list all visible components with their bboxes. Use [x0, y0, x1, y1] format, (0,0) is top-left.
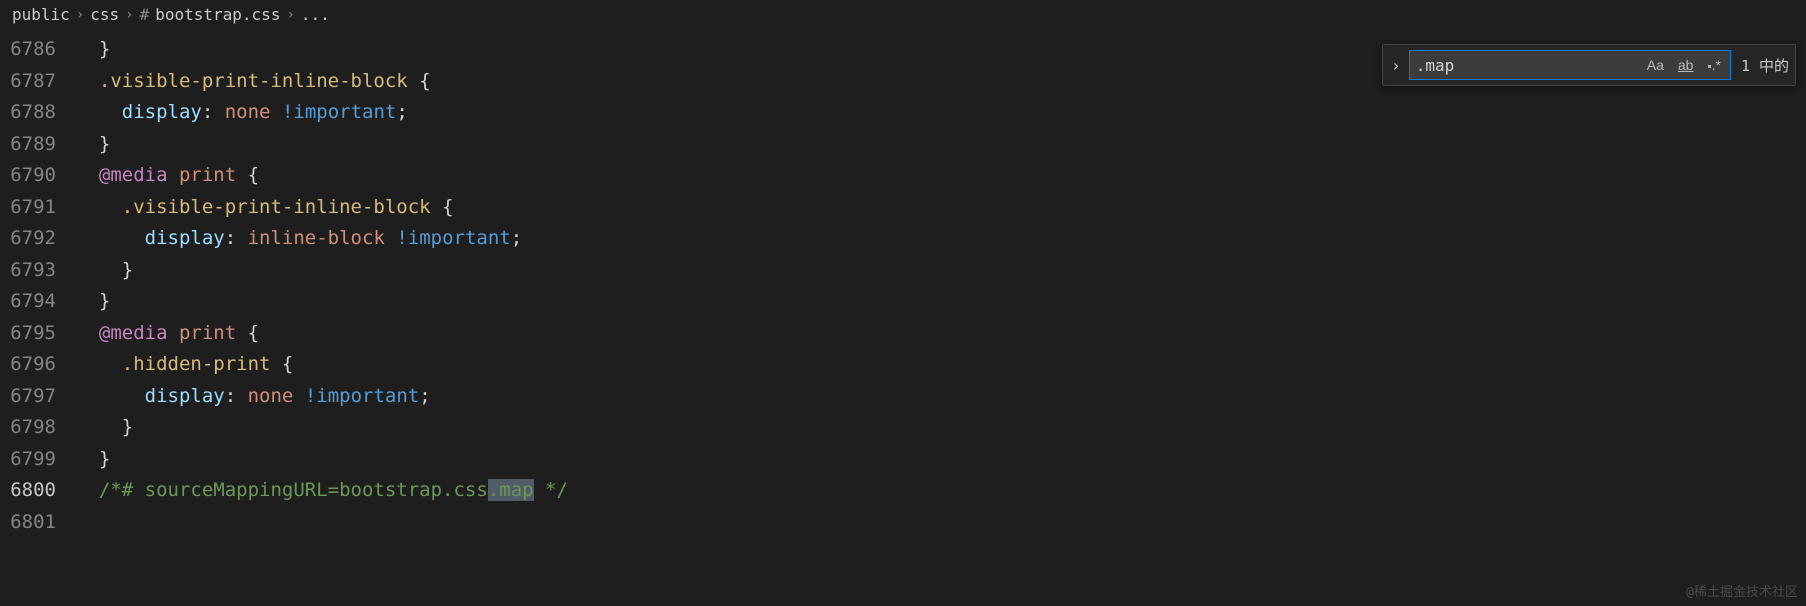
- code-text: }: [76, 129, 110, 161]
- line-number: 6788: [0, 97, 76, 129]
- line-number: 6787: [0, 66, 76, 98]
- line-number: 6786: [0, 34, 76, 66]
- breadcrumb-item[interactable]: public: [12, 5, 70, 24]
- chevron-right-icon: ›: [76, 7, 84, 23]
- find-input[interactable]: [1416, 56, 1636, 75]
- code-text: .visible-print-inline-block {: [76, 192, 454, 224]
- code-text: }: [76, 444, 110, 476]
- line-number: 6791: [0, 192, 76, 224]
- line-number: 6799: [0, 444, 76, 476]
- chevron-right-icon: ›: [286, 7, 294, 23]
- breadcrumb: public › css › # bootstrap.css › ...: [0, 0, 1806, 30]
- code-text: display: inline-block !important;: [76, 223, 522, 255]
- chevron-right-icon: ›: [125, 7, 133, 23]
- code-text: display: none !important;: [76, 97, 408, 129]
- find-input-wrap: Aa ab ▪.*: [1409, 50, 1731, 80]
- line-number: 6792: [0, 223, 76, 255]
- code-editor[interactable]: 6786 } 6787 .visible-print-inline-block …: [0, 30, 1806, 538]
- match-whole-word-button[interactable]: ab: [1675, 56, 1697, 74]
- code-text: .hidden-print {: [76, 349, 293, 381]
- line-number: 6794: [0, 286, 76, 318]
- line-number: 6793: [0, 255, 76, 287]
- find-count: 1 中的: [1737, 55, 1789, 76]
- code-text: }: [76, 255, 133, 287]
- code-text: }: [76, 34, 110, 66]
- breadcrumb-item[interactable]: css: [90, 5, 119, 24]
- watermark: @稀土掘金技术社区: [1686, 581, 1798, 600]
- code-text: @media print {: [76, 318, 259, 350]
- line-number: 6789: [0, 129, 76, 161]
- toggle-replace-icon[interactable]: ›: [1389, 56, 1403, 75]
- line-number: 6801: [0, 507, 76, 539]
- line-number: 6795: [0, 318, 76, 350]
- breadcrumb-item[interactable]: bootstrap.css: [155, 5, 280, 24]
- search-match: .map: [488, 479, 534, 501]
- line-number: 6800: [0, 475, 76, 507]
- line-number: 6797: [0, 381, 76, 413]
- regex-button[interactable]: ▪.*: [1704, 56, 1723, 74]
- find-widget: › Aa ab ▪.* 1 中的: [1382, 44, 1796, 86]
- css-file-icon: #: [140, 5, 150, 24]
- code-text: /*# sourceMappingURL=bootstrap.css.map *…: [76, 475, 568, 507]
- code-text: display: none !important;: [76, 381, 431, 413]
- line-number: 6796: [0, 349, 76, 381]
- breadcrumb-item[interactable]: ...: [301, 5, 330, 24]
- code-text: }: [76, 412, 133, 444]
- line-number: 6798: [0, 412, 76, 444]
- line-number: 6790: [0, 160, 76, 192]
- code-text: @media print {: [76, 160, 259, 192]
- code-text: .visible-print-inline-block {: [76, 66, 431, 98]
- code-text: }: [76, 286, 110, 318]
- match-case-button[interactable]: Aa: [1644, 56, 1667, 74]
